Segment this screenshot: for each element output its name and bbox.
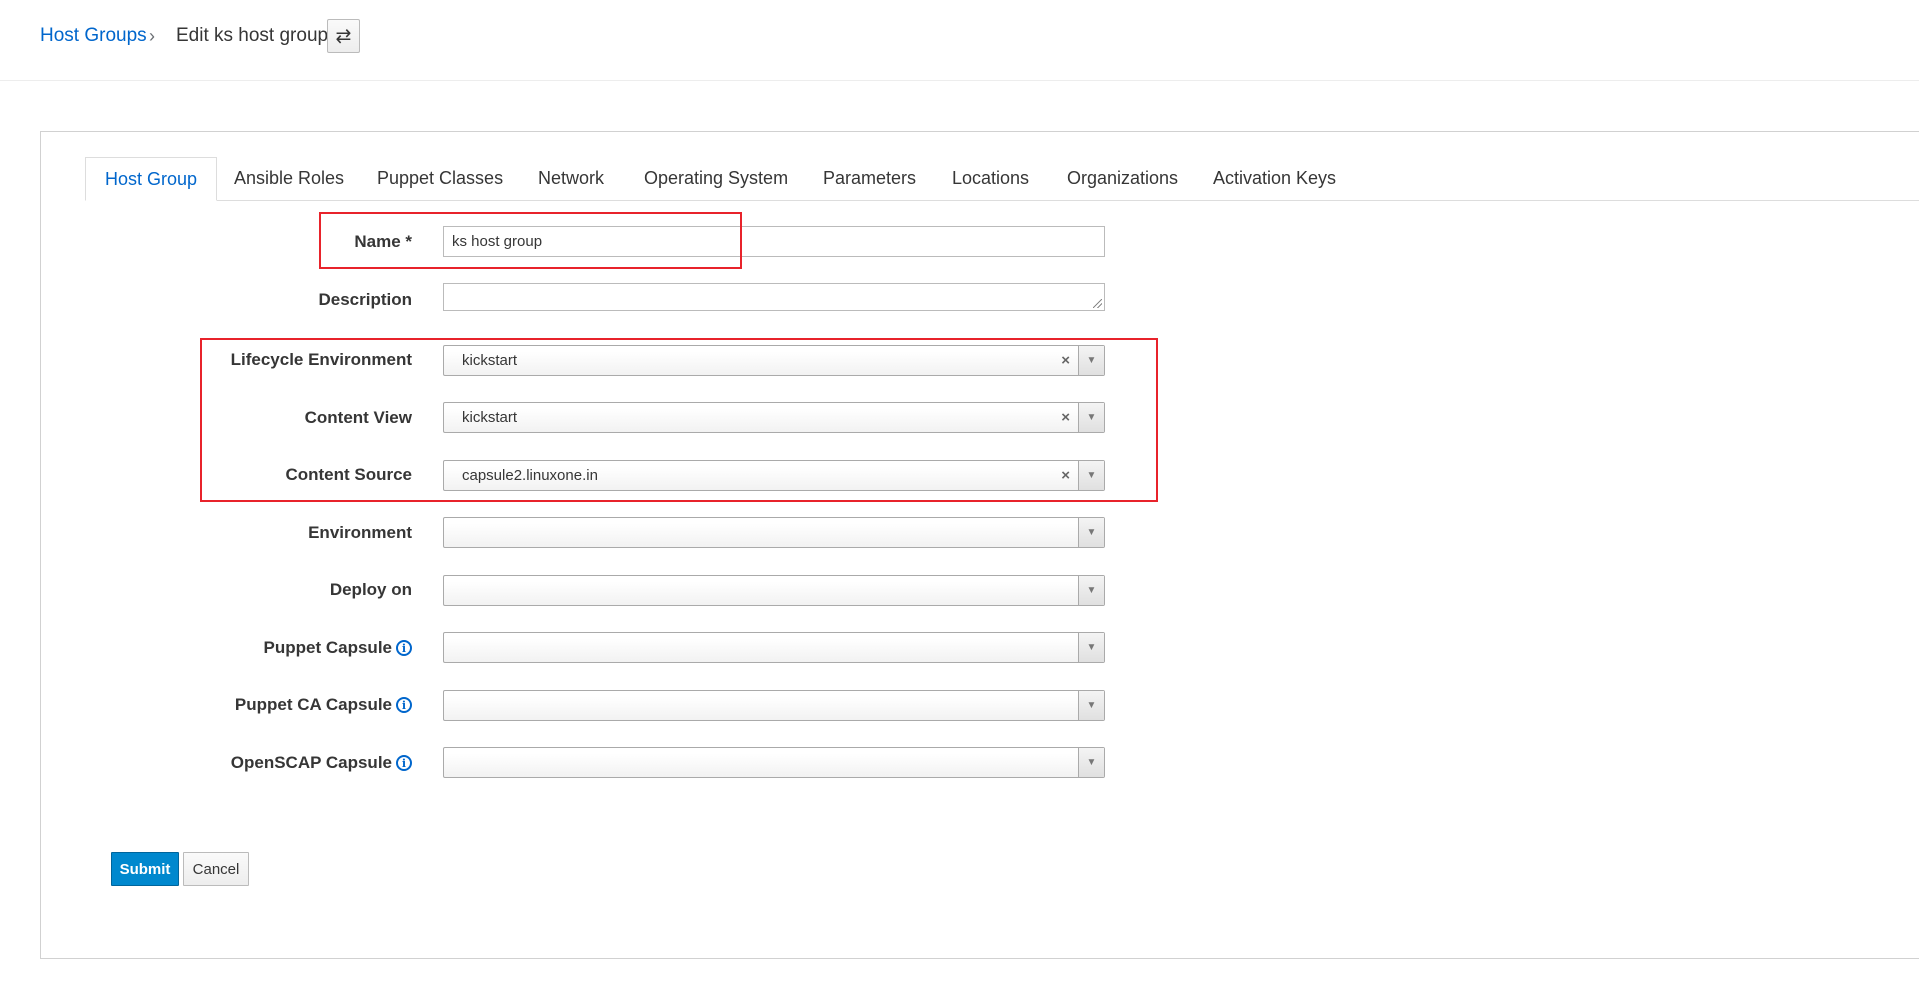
info-icon[interactable]: i — [396, 640, 412, 656]
dropdown-arrow-icon[interactable]: ▼ — [1078, 403, 1104, 432]
clear-icon[interactable]: × — [1061, 461, 1070, 490]
lifecycle-environment-select[interactable]: kickstart × ▼ — [443, 345, 1105, 376]
switch-arrows-icon: ⇄ — [335, 25, 352, 47]
deploy-on-label: Deploy on — [330, 580, 412, 600]
content-view-value: kickstart — [462, 409, 518, 426]
info-icon[interactable]: i — [396, 697, 412, 713]
tab-ansible-roles[interactable]: Ansible Roles — [234, 157, 344, 200]
content-view-label: Content View — [305, 408, 412, 428]
dropdown-arrow-icon[interactable]: ▼ — [1078, 633, 1104, 662]
dropdown-arrow-icon[interactable]: ▼ — [1078, 748, 1104, 777]
page-header: Host Groups › Edit ks host group ⇄ — [0, 0, 1919, 81]
openscap-capsule-label: OpenSCAP Capsule i — [231, 753, 412, 773]
clear-icon[interactable]: × — [1061, 403, 1070, 432]
content-source-label: Content Source — [285, 465, 412, 485]
info-icon[interactable]: i — [396, 755, 412, 771]
name-label-text: Name * — [354, 232, 412, 251]
cancel-button[interactable]: Cancel — [183, 852, 249, 886]
tab-puppet-classes[interactable]: Puppet Classes — [377, 157, 503, 200]
submit-button[interactable]: Submit — [111, 852, 179, 886]
tab-parameters[interactable]: Parameters — [823, 157, 916, 200]
lifecycle-environment-label: Lifecycle Environment — [231, 350, 412, 370]
tab-activation-keys[interactable]: Activation Keys — [1213, 157, 1336, 200]
puppet-ca-capsule-label: Puppet CA Capsule i — [235, 695, 412, 715]
resize-grip-icon[interactable] — [1093, 299, 1102, 308]
name-label: Name * — [354, 232, 412, 252]
lifecycle-environment-label-text: Lifecycle Environment — [230, 350, 412, 369]
tab-locations[interactable]: Locations — [952, 157, 1029, 200]
content-source-value: capsule2.linuxone.in — [462, 467, 598, 484]
lifecycle-environment-value: kickstart — [462, 352, 518, 369]
tab-organizations[interactable]: Organizations — [1067, 157, 1178, 200]
puppet-capsule-label: Puppet Capsule i — [264, 638, 412, 658]
dropdown-arrow-icon[interactable]: ▼ — [1078, 576, 1104, 605]
openscap-capsule-label-text: OpenSCAP Capsule — [230, 753, 392, 772]
dropdown-arrow-icon[interactable]: ▼ — [1078, 518, 1104, 547]
puppet-capsule-label-text: Puppet Capsule — [263, 638, 392, 657]
content-source-label-text: Content Source — [285, 465, 412, 484]
tab-operating-system[interactable]: Operating System — [644, 157, 788, 200]
switcher-button[interactable]: ⇄ — [327, 19, 360, 53]
name-field[interactable]: ks host group — [443, 226, 1105, 257]
environment-label-text: Environment — [308, 523, 412, 542]
dropdown-arrow-icon[interactable]: ▼ — [1078, 691, 1104, 720]
description-textarea[interactable] — [443, 283, 1105, 311]
dropdown-arrow-icon[interactable]: ▼ — [1078, 461, 1104, 490]
tab-host-group[interactable]: Host Group — [85, 157, 218, 201]
breadcrumb-chevron-icon: › — [149, 26, 155, 46]
breadcrumb-host-groups-link[interactable]: Host Groups — [40, 25, 147, 47]
puppet-ca-capsule-label-text: Puppet CA Capsule — [234, 695, 392, 714]
description-label-text: Description — [318, 290, 412, 309]
puppet-capsule-select[interactable]: ▼ — [443, 632, 1105, 663]
deploy-on-select[interactable]: ▼ — [443, 575, 1105, 606]
content-source-select[interactable]: capsule2.linuxone.in × ▼ — [443, 460, 1105, 491]
openscap-capsule-select[interactable]: ▼ — [443, 747, 1105, 778]
puppet-ca-capsule-select[interactable]: ▼ — [443, 690, 1105, 721]
tab-bar: Host Group Ansible Roles Puppet Classes … — [85, 157, 1919, 201]
description-label: Description — [318, 290, 412, 310]
clear-icon[interactable]: × — [1061, 346, 1070, 375]
dropdown-arrow-icon[interactable]: ▼ — [1078, 346, 1104, 375]
environment-label: Environment — [308, 523, 412, 543]
environment-select[interactable]: ▼ — [443, 517, 1105, 548]
tab-network[interactable]: Network — [538, 157, 604, 200]
deploy-on-label-text: Deploy on — [329, 580, 412, 599]
breadcrumb-current: Edit ks host group — [176, 25, 329, 46]
content-view-select[interactable]: kickstart × ▼ — [443, 402, 1105, 433]
content-view-label-text: Content View — [304, 408, 412, 427]
